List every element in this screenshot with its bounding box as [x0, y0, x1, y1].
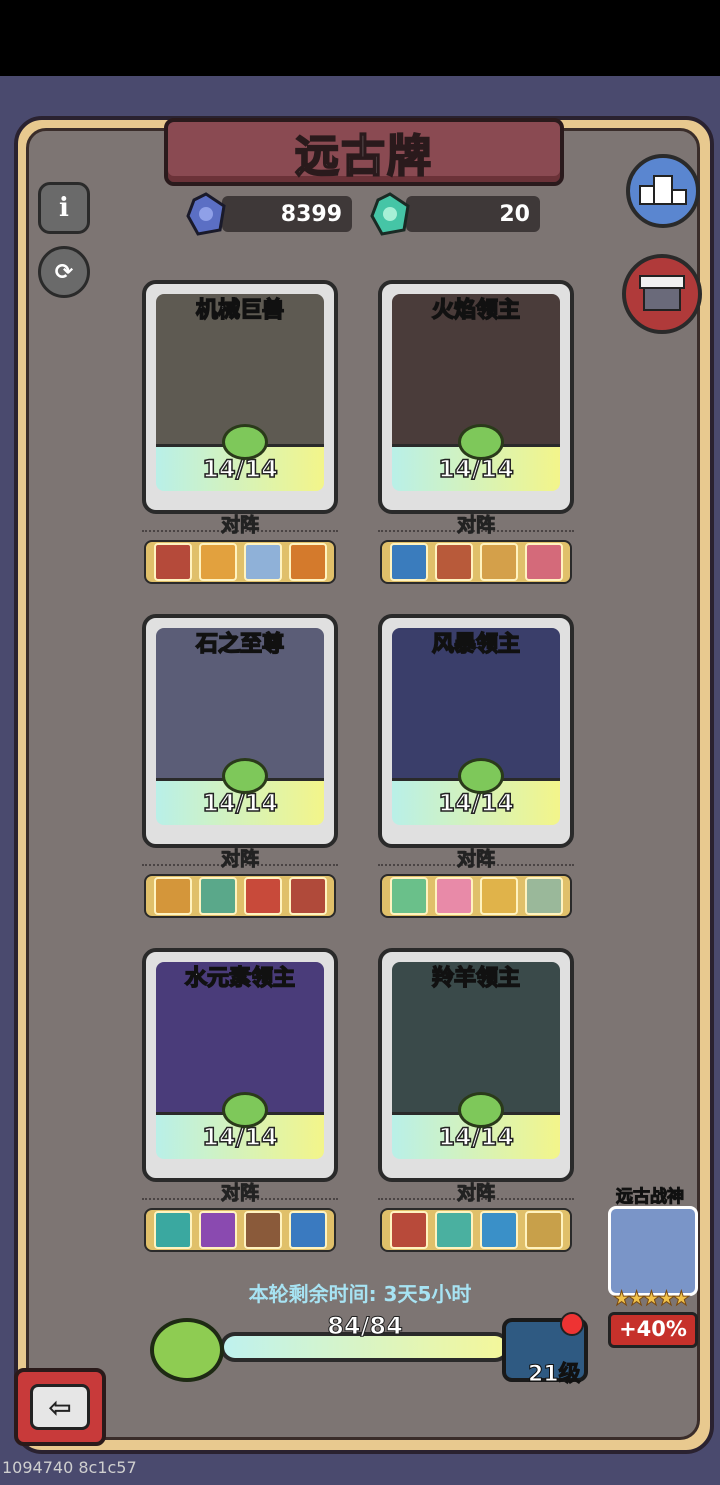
hero-avatar[interactable]	[524, 543, 563, 581]
hero-avatar[interactable]	[389, 543, 428, 581]
hero-lineup[interactable]	[144, 874, 336, 918]
hero-avatar[interactable]	[288, 1211, 327, 1249]
hero-avatar[interactable]	[479, 1211, 518, 1249]
ancient-god-panel[interactable]: 远古战神 ★★★★★ +40%	[604, 1182, 698, 1348]
ancient-god-bonus: +40%	[608, 1312, 698, 1348]
hero-avatar[interactable]	[153, 543, 192, 581]
purple-gem-counter: 8399	[222, 196, 352, 232]
hero-lineup[interactable]	[144, 1208, 336, 1252]
bean-progress: 84/84 21级	[150, 1312, 590, 1388]
lineup-label: 对阵	[456, 514, 495, 537]
hero-lineup[interactable]	[380, 1208, 572, 1252]
hero-avatar[interactable]	[198, 877, 237, 915]
hero-avatar[interactable]	[524, 877, 563, 915]
lineup-label: 对阵	[220, 848, 259, 871]
hero-avatar[interactable]	[153, 877, 192, 915]
green-gem-icon	[370, 192, 410, 236]
boss-card-flame-lord[interactable]: 火焰领主 14/14	[378, 280, 574, 514]
hero-avatar[interactable]	[243, 877, 282, 915]
lineup-label: 对阵	[456, 848, 495, 871]
boss-name: 风暴领主	[431, 631, 521, 658]
boss-card-water-lord[interactable]: 水元素领主 14/14	[142, 948, 338, 1182]
bean-icon	[458, 424, 504, 460]
bean-icon	[458, 1092, 504, 1128]
shop-icon	[639, 275, 685, 311]
green-gem-value: 20	[499, 201, 530, 227]
page-title: 远古牌	[294, 130, 433, 183]
bean-icon	[222, 424, 268, 460]
lineup-label: 对阵	[220, 1182, 259, 1205]
purple-gem-value: 8399	[280, 201, 342, 227]
boss-card-storm-lord[interactable]: 风暴领主 14/14	[378, 614, 574, 848]
bean-icon	[150, 1318, 224, 1382]
ancient-god-stars: ★★★★★	[612, 1286, 691, 1311]
purple-gem-icon	[186, 192, 226, 236]
watermark: 1094740 8c1c57	[2, 1458, 137, 1477]
card-board	[26, 128, 700, 1440]
lineup-label: 对阵	[456, 1182, 495, 1205]
hero-avatar[interactable]	[434, 1211, 473, 1249]
boss-card-antelope-lord[interactable]: 羚羊领主 14/14	[378, 948, 574, 1182]
refresh-button[interactable]: ⟳	[38, 246, 90, 298]
hero-avatar[interactable]	[434, 877, 473, 915]
ancient-god-portrait[interactable]	[608, 1206, 698, 1296]
hero-avatar[interactable]	[389, 877, 428, 915]
info-icon: i	[59, 193, 69, 223]
status-bar	[0, 0, 720, 76]
bean-icon	[222, 1092, 268, 1128]
notification-dot	[560, 1312, 584, 1336]
ranking-button[interactable]	[626, 154, 700, 228]
refresh-icon: ⟳	[54, 259, 74, 285]
progress-text: 84/84	[327, 1312, 404, 1341]
bean-icon	[222, 758, 268, 794]
hero-avatar[interactable]	[479, 543, 518, 581]
hero-avatar[interactable]	[389, 1211, 428, 1249]
hero-avatar[interactable]	[243, 1211, 282, 1249]
hero-lineup[interactable]	[380, 540, 572, 584]
hero-lineup[interactable]	[380, 874, 572, 918]
level-label: 21级	[528, 1362, 582, 1388]
hero-lineup[interactable]	[144, 540, 336, 584]
boss-name: 石之至尊	[195, 631, 285, 658]
lineup-label: 对阵	[220, 514, 259, 537]
hero-avatar[interactable]	[524, 1211, 563, 1249]
back-arrow-icon: ⇦	[48, 1390, 72, 1424]
info-button[interactable]: i	[38, 182, 90, 234]
ranking-icon	[639, 175, 687, 205]
ancient-god-title: 远古战神	[616, 1187, 685, 1208]
boss-name: 机械巨兽	[195, 297, 285, 324]
hero-avatar[interactable]	[479, 877, 518, 915]
hero-avatar[interactable]	[288, 543, 327, 581]
boss-card-mech-beast[interactable]: 机械巨兽 14/14	[142, 280, 338, 514]
title-banner: 远古牌	[164, 118, 564, 186]
hero-avatar[interactable]	[434, 543, 473, 581]
hero-avatar[interactable]	[198, 543, 237, 581]
hero-avatar[interactable]	[153, 1211, 192, 1249]
back-button[interactable]: ⇦	[14, 1368, 106, 1446]
boss-name: 火焰领主	[431, 297, 521, 324]
hero-avatar[interactable]	[288, 877, 327, 915]
boss-name: 羚羊领主	[431, 965, 521, 992]
green-gem-counter: 20	[406, 196, 540, 232]
boss-name: 水元素领主	[184, 965, 296, 992]
hero-avatar[interactable]	[243, 543, 282, 581]
hero-avatar[interactable]	[198, 1211, 237, 1249]
shop-button[interactable]	[622, 254, 702, 334]
bean-icon	[458, 758, 504, 794]
boss-card-stone-supreme[interactable]: 石之至尊 14/14	[142, 614, 338, 848]
